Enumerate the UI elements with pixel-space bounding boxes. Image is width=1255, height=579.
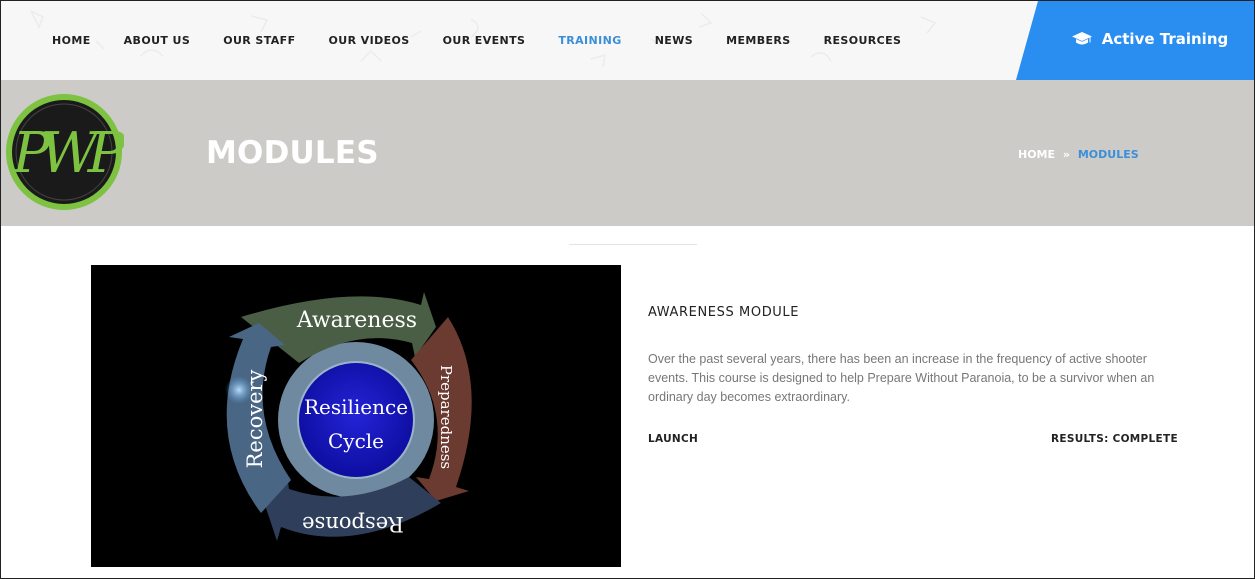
nav-item-about-us[interactable]: ABOUT US [124,34,191,47]
active-training-button[interactable]: Active Training [1016,1,1254,80]
active-training-label: Active Training [1101,29,1229,48]
module-image: Resilience Cycle Awareness Preparedness … [91,265,621,567]
nav-item-news[interactable]: NEWS [655,34,693,47]
cycle-center-line1: Resilience [304,395,408,419]
graduation-cap-icon [1071,31,1092,44]
page-title: MODULES [206,135,379,171]
breadcrumb-separator: » [1062,148,1070,161]
nav-item-members[interactable]: MEMBERS [726,34,791,47]
breadcrumb: HOME » MODULES [1018,148,1139,161]
nav-item-resources[interactable]: RESOURCES [824,34,902,47]
results-status: RESULTS: COMPLETE [1051,433,1178,445]
nav-menu: HOME ABOUT US OUR STAFF OUR VIDEOS OUR EVENT… [52,34,934,47]
nav-item-our-events[interactable]: OUR EVENTS [443,34,526,47]
nav-item-our-videos[interactable]: OUR VIDEOS [329,34,410,47]
cycle-label-preparedness: Preparedness [437,365,455,469]
svg-text:PWP: PWP [12,121,124,186]
nav-item-our-staff[interactable]: OUR STAFF [223,34,295,47]
nav-item-home[interactable]: HOME [52,34,91,47]
page-banner: PWP MODULES HOME » MODULES [1,80,1254,226]
launch-link[interactable]: LAUNCH [648,433,698,445]
cycle-label-recovery: Recovery [243,369,267,468]
cycle-label-awareness: Awareness [296,308,417,333]
breadcrumb-home-link[interactable]: HOME [1018,148,1055,161]
breadcrumb-current: MODULES [1077,148,1139,161]
page: HOME ABOUT US OUR STAFF OUR VIDEOS OUR EVENT… [0,0,1255,579]
section-divider [569,244,697,245]
cycle-label-response: Response [302,512,404,536]
nav-item-training[interactable]: TRAINING [558,34,621,47]
cycle-center-line2: Cycle [328,429,384,453]
site-logo[interactable]: PWP [4,92,124,212]
top-navigation: HOME ABOUT US OUR STAFF OUR VIDEOS OUR EVENT… [1,1,1254,80]
module-description: Over the past several years, there has b… [648,352,1155,404]
resilience-cycle-diagram: Resilience Cycle Awareness Preparedness … [225,292,472,541]
module-title: AWARENESS MODULE [648,305,800,320]
